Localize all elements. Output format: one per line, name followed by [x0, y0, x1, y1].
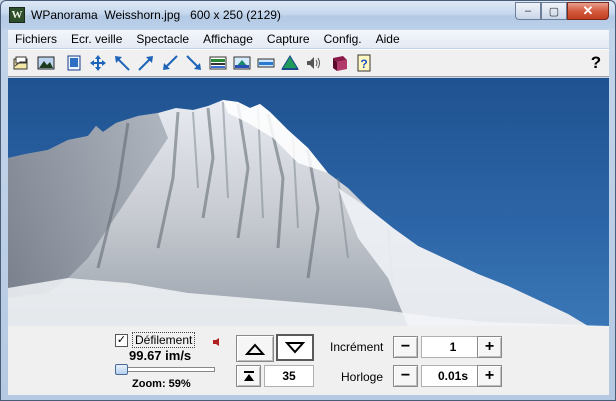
picture-button[interactable]: [36, 53, 56, 73]
app-icon[interactable]: W: [9, 7, 25, 23]
minus-icon: −: [400, 367, 411, 384]
svg-text:?: ?: [360, 57, 367, 71]
menu-fichiers[interactable]: Fichiers: [8, 30, 64, 48]
clock-plus-button[interactable]: +: [477, 365, 502, 387]
arrow-se-icon: [186, 55, 201, 70]
scroll-label[interactable]: Défilement: [132, 332, 196, 348]
scroll-up-button[interactable]: [236, 335, 274, 362]
help-label: ?: [590, 53, 602, 72]
step-field[interactable]: 35: [264, 365, 314, 387]
mountain-icon: [281, 55, 299, 70]
mountain-button[interactable]: [280, 53, 300, 73]
menu-spectacle[interactable]: Spectacle: [129, 30, 196, 48]
plus-icon: +: [484, 367, 495, 384]
close-button[interactable]: ✕: [567, 2, 609, 20]
open-file-icon: [13, 56, 28, 70]
minimize-icon: –: [524, 5, 532, 17]
triangle-down-icon: [285, 341, 305, 354]
title-bar[interactable]: W WPanorama Weisshorn.jpg 600 x 250 (212…: [1, 1, 615, 29]
sound-icon: [307, 57, 320, 69]
increment-plus-button[interactable]: +: [477, 336, 502, 358]
panorama-3-icon: [257, 58, 275, 68]
speaker-icon[interactable]: [213, 338, 221, 346]
maximize-icon: ▢: [548, 5, 560, 18]
menu-config[interactable]: Config.: [317, 30, 369, 48]
help-page-button[interactable]: ?: [354, 53, 374, 73]
menu-bar: Fichiers Ecr. veille Spectacle Affichage…: [8, 30, 609, 48]
panorama-3-button[interactable]: [256, 53, 276, 73]
increment-field[interactable]: 1: [421, 336, 485, 358]
slide-button[interactable]: [64, 53, 84, 73]
menu-ecr-veille[interactable]: Ecr. veille: [64, 30, 129, 48]
to-top-button[interactable]: [236, 365, 261, 387]
arrow-sw-icon: [163, 55, 178, 70]
increment-minus-button[interactable]: −: [393, 336, 418, 358]
arrow-sw-button[interactable]: [160, 53, 180, 73]
clock-label: Horloge: [341, 370, 384, 384]
book-icon: [333, 56, 347, 71]
slide-icon: [67, 55, 81, 71]
frame-rate: 99.67 im/s: [129, 348, 192, 363]
plus-icon: +: [484, 338, 495, 355]
open-file-button[interactable]: [11, 53, 31, 73]
move-all-icon: [90, 55, 106, 71]
clock-minus-button[interactable]: −: [393, 365, 418, 387]
zoom-slider-thumb[interactable]: [115, 364, 128, 375]
arrow-nw-icon: [115, 56, 130, 71]
panorama-1-button[interactable]: [208, 53, 228, 73]
check-icon: ✓: [116, 334, 127, 346]
sound-button[interactable]: [304, 53, 324, 73]
move-all-button[interactable]: [88, 53, 108, 73]
close-icon: ✕: [582, 3, 594, 18]
scroll-down-button[interactable]: [276, 334, 314, 361]
increment-label: Incrément: [330, 340, 384, 354]
arrow-ne-icon: [138, 56, 153, 71]
clock-field[interactable]: 0.01s: [421, 365, 485, 387]
toolbar: ? ?: [8, 49, 609, 77]
panorama-view[interactable]: [8, 78, 609, 326]
panorama-2-button[interactable]: [232, 53, 252, 73]
go-top-icon: [243, 371, 254, 381]
arrow-se-button[interactable]: [184, 53, 204, 73]
arrow-nw-button[interactable]: [112, 53, 132, 73]
triangle-up-icon: [245, 342, 265, 355]
menu-affichage[interactable]: Affichage: [196, 30, 260, 48]
zoom-slider-track[interactable]: [115, 367, 215, 372]
panorama-1-icon: [209, 56, 227, 70]
arrow-ne-button[interactable]: [136, 53, 156, 73]
help-page-icon: ?: [357, 54, 371, 72]
menu-aide[interactable]: Aide: [369, 30, 407, 48]
app-window: W WPanorama Weisshorn.jpg 600 x 250 (212…: [0, 0, 616, 401]
book-button[interactable]: [330, 53, 350, 73]
help-button[interactable]: ?: [586, 53, 606, 73]
mountain-image: [8, 100, 609, 326]
menu-capture[interactable]: Capture: [260, 30, 317, 48]
minimize-button[interactable]: –: [515, 2, 541, 20]
minus-icon: −: [400, 338, 411, 355]
window-title: WPanorama Weisshorn.jpg 600 x 250 (2129): [31, 8, 281, 22]
scroll-checkbox[interactable]: ✓: [115, 334, 128, 347]
panorama-2-icon: [233, 56, 251, 70]
control-panel: ✓ Défilement 99.67 im/s Zoom: 59% 35 Inc…: [8, 326, 609, 395]
maximize-button[interactable]: ▢: [541, 2, 567, 20]
picture-icon: [37, 56, 55, 70]
zoom-label: Zoom: 59%: [132, 378, 191, 390]
